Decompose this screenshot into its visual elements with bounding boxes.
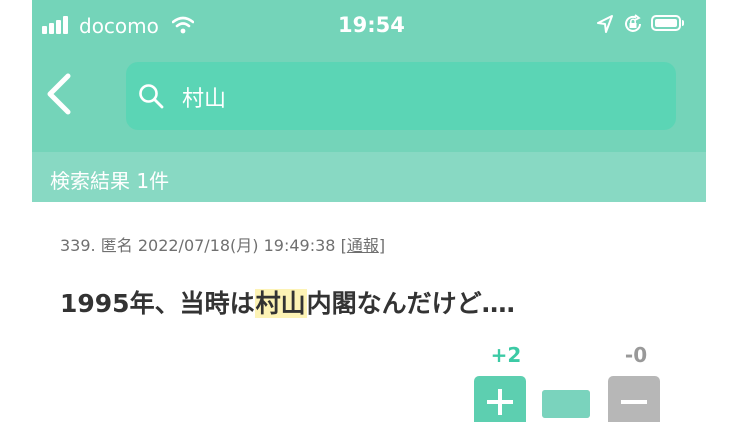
search-icon [139, 84, 164, 109]
status-time: 19:54 [338, 13, 405, 37]
post-author: 匿名 [100, 236, 133, 255]
plus-count: +2 [490, 343, 522, 367]
post-datetime: 2022/07/18(月) 19:49:38 [137, 236, 336, 255]
vote-ratio-bar [542, 390, 590, 418]
carrier-name: docomo [79, 14, 159, 38]
post-meta: 339. 匿名 2022/07/18(月) 19:49:38 [通報] [60, 232, 385, 256]
post-body-before: 1995年、当時は [60, 289, 255, 318]
orientation-lock-icon [625, 14, 641, 32]
battery-icon [651, 15, 684, 31]
post-body-after: 内閣なんだけど‥‥ [306, 289, 515, 318]
report-link[interactable]: 通報 [347, 236, 379, 255]
search-highlight: 村山 [254, 289, 307, 318]
report-link-wrapper: [通報] [340, 236, 386, 255]
location-icon [597, 15, 613, 33]
post-number: 339. [60, 236, 96, 255]
minus-count: -0 [624, 343, 648, 367]
search-input[interactable] [180, 78, 654, 116]
phone-screen: docomo 19:54 検索 [32, 0, 706, 422]
vote-ratio-fill [542, 390, 590, 418]
search-results-bar: 検索結果 1件 [32, 152, 706, 202]
back-button[interactable] [42, 70, 76, 118]
post-body: 1995年、当時は村山内閣なんだけど‥‥ [60, 284, 515, 320]
status-bar: docomo 19:54 [32, 6, 706, 46]
wifi-icon [172, 16, 194, 34]
signal-icon [42, 16, 72, 34]
plus-vote-button[interactable] [474, 376, 526, 422]
minus-vote-button[interactable] [608, 376, 660, 422]
chevron-left-icon [47, 73, 71, 115]
results-count-label: 検索結果 1件 [50, 169, 170, 193]
search-box[interactable] [126, 62, 676, 130]
